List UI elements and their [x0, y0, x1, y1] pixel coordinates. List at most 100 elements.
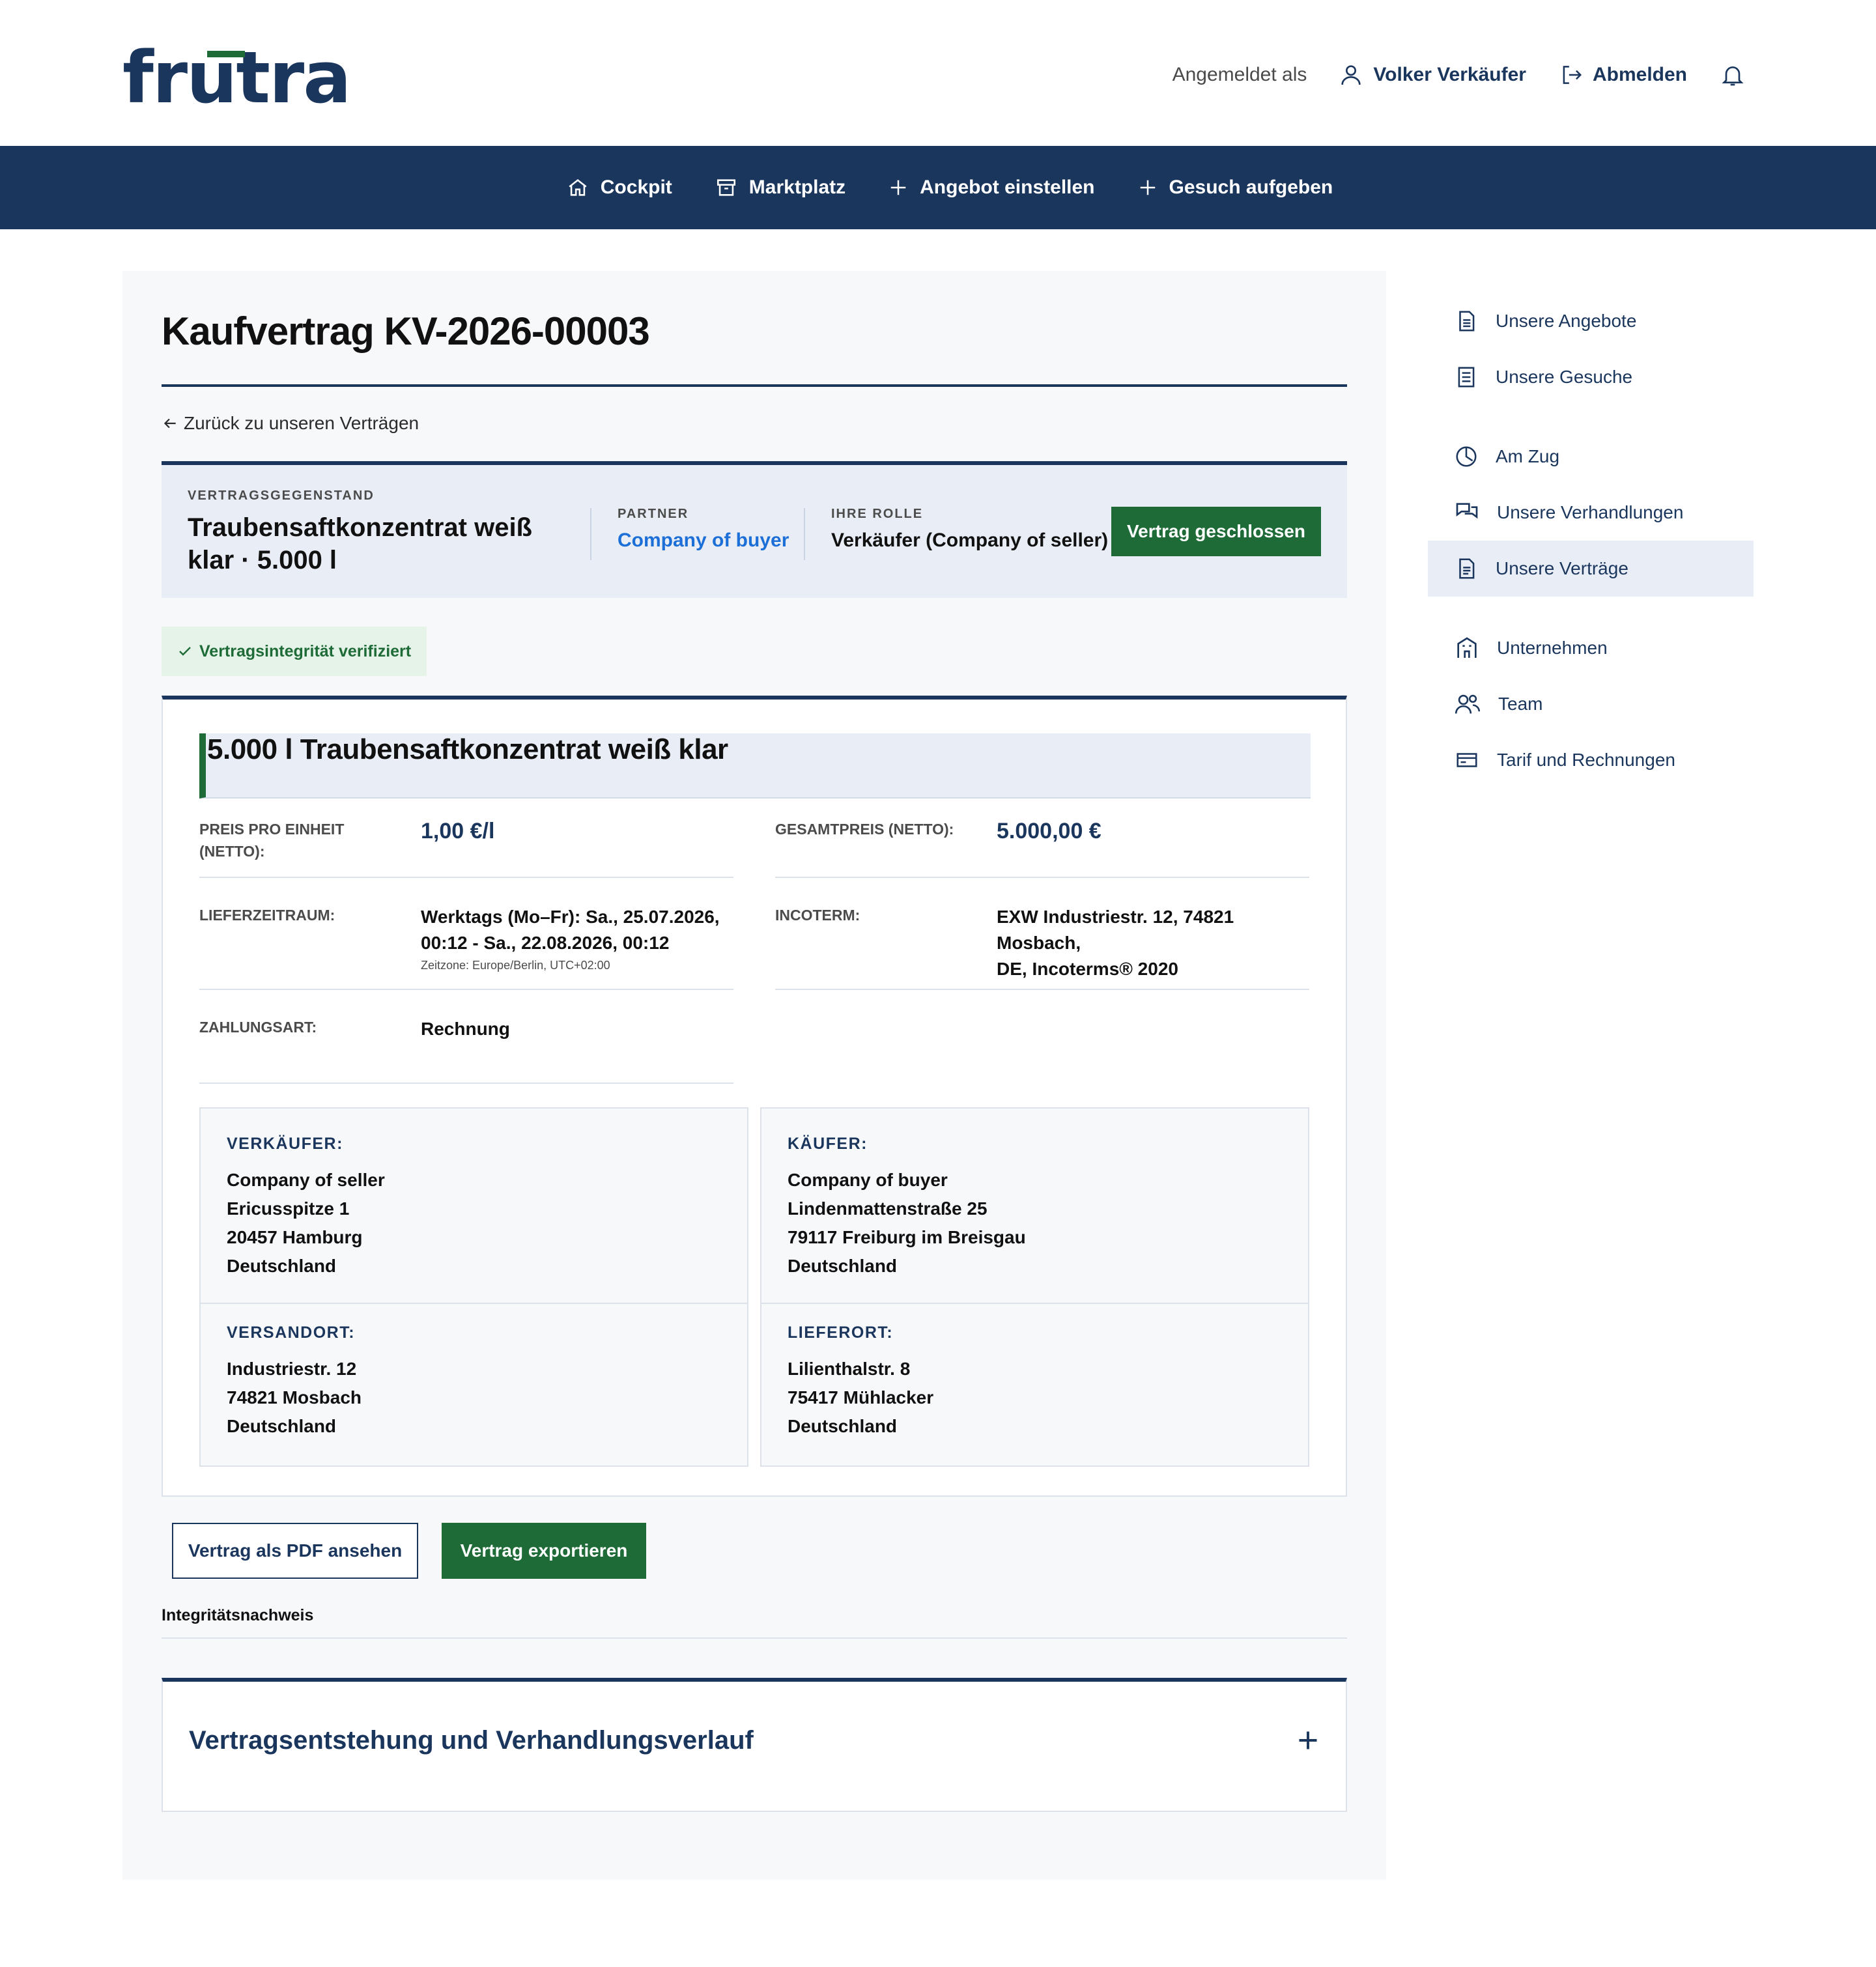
user-icon	[1338, 62, 1364, 88]
bell-icon[interactable]	[1720, 62, 1746, 88]
sidebar-item-team[interactable]: Team	[1428, 676, 1754, 732]
ship-from-label: VERSANDORT:	[227, 1323, 356, 1342]
nav-gesuch-label: Gesuch aufgeben	[1169, 177, 1333, 198]
buyer-address-line: Deutschland	[788, 1256, 898, 1276]
arrow-left-icon	[162, 415, 178, 432]
payment-method-field: ZAHLUNGSART: Rechnung	[199, 1016, 733, 1084]
incoterm-line1: EXW Industriestr. 12, 74821 Mosbach,	[997, 907, 1234, 953]
back-to-contracts-link[interactable]: Zurück zu unseren Verträgen	[162, 413, 419, 434]
seller-address-line: Ericusspitze 1	[227, 1198, 350, 1219]
unit-price-label-line2: (NETTO):	[199, 843, 265, 860]
ship-from-address-line: 74821 Mosbach	[227, 1387, 362, 1408]
sidebar-item-am-zug[interactable]: Am Zug	[1428, 429, 1754, 485]
nav-gesuch-aufgeben[interactable]: Gesuch aufgeben	[1138, 177, 1333, 199]
product-heading-bar: 5.000 l Traubensaftkonzentrat weiß klar	[199, 733, 1311, 799]
ship-to-label: LIEFERORT:	[788, 1323, 894, 1342]
export-contract-button[interactable]: Vertrag exportieren	[442, 1523, 646, 1579]
role-value: Verkäufer (Company of seller)	[831, 530, 1109, 551]
frutra-logo[interactable]: frutra	[122, 42, 351, 113]
nav-cockpit[interactable]: Cockpit	[567, 177, 672, 199]
list-document-icon	[1454, 365, 1479, 389]
partner-label: PARTNER	[618, 507, 689, 521]
building-icon	[1454, 635, 1480, 661]
header: frutra Angemeldet als Volker Verkäufer A…	[0, 0, 1876, 146]
buyer-address-box: KÄUFER: Company of buyer Lindenmattenstr…	[760, 1107, 1309, 1304]
delivery-period-label: LIEFERZEITRAUM:	[199, 907, 335, 924]
partner-link[interactable]: Company of buyer	[618, 530, 789, 552]
home-icon	[567, 177, 589, 199]
plus-icon[interactable]	[1296, 1729, 1320, 1752]
unit-price-label: PREIS PRO EINHEIT (NETTO):	[199, 818, 408, 862]
team-icon	[1454, 691, 1481, 717]
check-icon	[177, 644, 193, 659]
logged-in-label: Angemeldet als	[1172, 64, 1307, 85]
nav-angebot-einstellen[interactable]: Angebot einstellen	[888, 177, 1095, 199]
seller-address-line: 20457 Hamburg	[227, 1227, 363, 1247]
total-price-value: 5.000,00 €	[997, 819, 1101, 843]
total-price-field: GESAMTPREIS (NETTO): 5.000,00 €	[775, 818, 1309, 878]
user-profile-link[interactable]: Volker Verkäufer	[1338, 62, 1526, 88]
seller-address-box: VERKÄUFER: Company of seller Ericusspitz…	[199, 1107, 748, 1304]
sidebar-item-unsere-verhandlungen[interactable]: Unsere Verhandlungen	[1428, 485, 1754, 541]
sidebar-item-label: Am Zug	[1496, 446, 1560, 466]
nav-marktplatz[interactable]: Marktplatz	[715, 177, 846, 199]
incoterm-label: INCOTERM:	[775, 907, 860, 924]
accordion-title: Vertragsentstehung und Verhandlungsverla…	[189, 1726, 754, 1755]
sidebar-item-label: Unsere Verhandlungen	[1497, 502, 1684, 522]
address-grid: VERKÄUFER: Company of seller Ericusspitz…	[199, 1107, 1311, 1467]
summary-divider	[804, 508, 805, 560]
sidebar-item-label: Unsere Angebote	[1496, 311, 1637, 331]
plus-icon	[888, 178, 908, 197]
contract-role: IHRE ROLLE Verkäufer (Company of seller)	[831, 507, 1108, 552]
unit-price-field: PREIS PRO EINHEIT (NETTO): 1,00 €/l	[199, 818, 733, 878]
summary-divider	[590, 508, 591, 560]
sidebar-item-label: Tarif und Rechnungen	[1497, 750, 1675, 770]
contract-detail-panel: Kaufvertrag KV-2026-00003 Zurück zu unse…	[122, 271, 1386, 1880]
sidebar-item-unsere-gesuche[interactable]: Unsere Gesuche	[1428, 349, 1754, 405]
nav-cockpit-label: Cockpit	[600, 177, 672, 198]
logout-label: Abmelden	[1592, 64, 1687, 85]
sidebar-item-tarif-und-rechnungen[interactable]: Tarif und Rechnungen	[1428, 732, 1754, 788]
logout-icon	[1559, 63, 1584, 87]
incoterm-line2: DE, Incoterms® 2020	[997, 959, 1178, 979]
archive-box-icon	[715, 177, 737, 199]
total-price-label: GESAMTPREIS (NETTO):	[775, 821, 954, 838]
subject-value: Traubensaftkonzentrat weiß klar · 5.000 …	[188, 511, 552, 576]
contract-document-icon	[1454, 556, 1479, 581]
nav-marktplatz-label: Marktplatz	[748, 177, 846, 198]
sidebar-item-label: Team	[1498, 694, 1543, 714]
plus-icon	[1138, 178, 1158, 197]
contract-subject: VERTRAGSGEGENSTAND Traubensaftkonzentrat…	[188, 488, 552, 576]
subject-label: VERTRAGSGEGENSTAND	[188, 488, 375, 503]
subject-value-line1: Traubensaftkonzentrat weiß	[188, 513, 532, 542]
sidebar-item-unternehmen[interactable]: Unternehmen	[1428, 620, 1754, 676]
negotiation-history-accordion[interactable]: Vertragsentstehung und Verhandlungsverla…	[162, 1678, 1347, 1812]
buyer-label: KÄUFER:	[788, 1135, 868, 1153]
contract-summary: VERTRAGSGEGENSTAND Traubensaftkonzentrat…	[162, 461, 1347, 598]
sidebar-item-label: Unsere Verträge	[1496, 558, 1628, 578]
title-divider	[162, 384, 1347, 387]
back-link-label: Zurück zu unseren Verträgen	[184, 413, 419, 433]
credit-card-icon	[1454, 748, 1480, 772]
buyer-address-line: 79117 Freiburg im Breisgau	[788, 1227, 1026, 1247]
document-icon	[1454, 309, 1479, 333]
view-pdf-button[interactable]: Vertrag als PDF ansehen	[172, 1523, 418, 1579]
contract-card: 5.000 l Traubensaftkonzentrat weiß klar …	[162, 696, 1347, 1497]
ship-to-address-line: Lilienthalstr. 8	[788, 1359, 911, 1379]
sidebar-item-unsere-angebote[interactable]: Unsere Angebote	[1428, 293, 1754, 349]
unit-price-label-line1: PREIS PRO EINHEIT	[199, 821, 345, 838]
incoterm-value: EXW Industriestr. 12, 74821 Mosbach, DE,…	[997, 904, 1309, 982]
delivery-period-value: Werktags (Mo–Fr): Sa., 25.07.2026, 00:12…	[421, 904, 720, 974]
buyer-address-line: Lindenmattenstraße 25	[788, 1198, 988, 1219]
sidebar-item-unsere-vertraege[interactable]: Unsere Verträge	[1428, 541, 1754, 597]
seller-address-line: Company of seller	[227, 1170, 385, 1190]
ship-from-address-line: Industriestr. 12	[227, 1359, 357, 1379]
incoterm-field: INCOTERM: EXW Industriestr. 12, 74821 Mo…	[775, 904, 1309, 990]
nav-angebot-label: Angebot einstellen	[920, 177, 1095, 198]
unit-price-value: 1,00 €/l	[421, 819, 495, 843]
page-title: Kaufvertrag KV-2026-00003	[162, 309, 650, 353]
logout-button[interactable]: Abmelden	[1559, 63, 1687, 87]
integrity-proof-link[interactable]: Integritätsnachweis	[162, 1606, 1347, 1639]
delivery-period-field: LIEFERZEITRAUM: Werktags (Mo–Fr): Sa., 2…	[199, 904, 733, 990]
chat-bubbles-icon	[1454, 500, 1480, 526]
